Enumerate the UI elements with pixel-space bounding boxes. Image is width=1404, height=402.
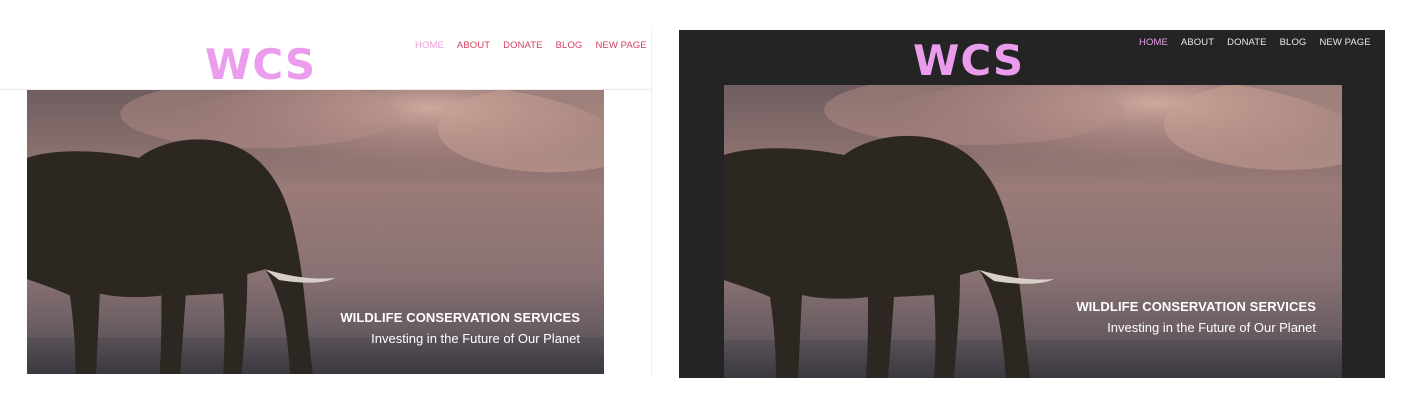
nav-about[interactable]: ABOUT [1181,37,1214,48]
nav-home[interactable]: HOME [415,40,444,51]
hero-caption: WILDLIFE CONSERVATION SERVICES Investing… [1076,299,1316,335]
nav-new-page[interactable]: NEW PAGE [1319,37,1370,48]
site-logo[interactable]: WCS [205,44,316,86]
header: WCS HOME ABOUT DONATE BLOG NEW PAGE [0,30,652,90]
hero-title: WILDLIFE CONSERVATION SERVICES [1076,299,1316,314]
dark-theme-preview: WCS HOME ABOUT DONATE BLOG NEW PAGE WILD… [679,30,1385,378]
nav-home[interactable]: HOME [1139,37,1168,48]
nav-blog[interactable]: BLOG [556,40,583,51]
hero-caption: WILDLIFE CONSERVATION SERVICES Investing… [340,310,580,346]
divider [651,30,652,376]
main-nav: HOME ABOUT DONATE BLOG NEW PAGE [415,40,652,51]
nav-about[interactable]: ABOUT [457,40,490,51]
nav-donate[interactable]: DONATE [1227,37,1266,48]
hero-image: WILDLIFE CONSERVATION SERVICES Investing… [724,85,1342,378]
site-logo[interactable]: WCS [913,40,1024,82]
nav-blog[interactable]: BLOG [1280,37,1307,48]
hero-image: WILDLIFE CONSERVATION SERVICES Investing… [27,90,604,374]
nav-donate[interactable]: DONATE [503,40,542,51]
hero-subtitle: Investing in the Future of Our Planet [1107,320,1316,335]
hero-subtitle: Investing in the Future of Our Planet [371,331,580,346]
hero-title: WILDLIFE CONSERVATION SERVICES [340,310,580,325]
nav-new-page[interactable]: NEW PAGE [595,40,646,51]
light-theme-preview: WCS HOME ABOUT DONATE BLOG NEW PAGE WILD… [0,30,652,376]
header: WCS HOME ABOUT DONATE BLOG NEW PAGE [679,30,1385,84]
main-nav: HOME ABOUT DONATE BLOG NEW PAGE [1139,37,1384,48]
